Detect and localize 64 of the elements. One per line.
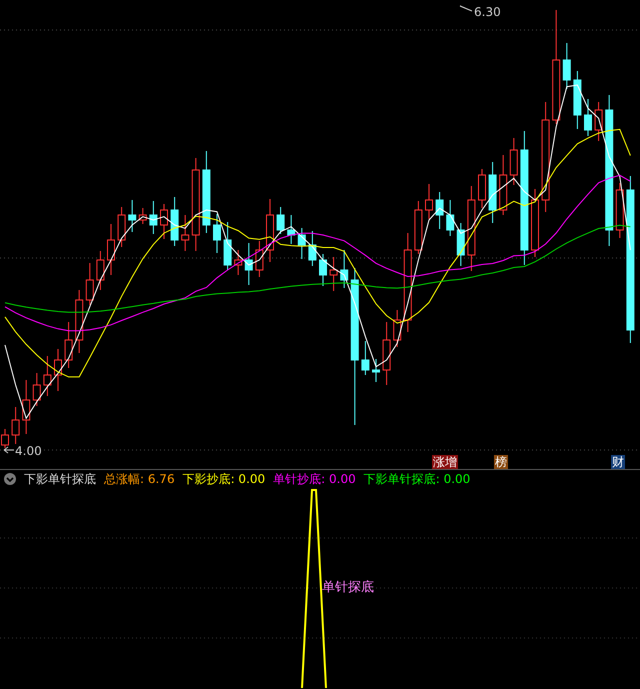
- candle: [425, 184, 433, 220]
- event-tag[interactable]: 榜: [494, 455, 508, 469]
- candle: [616, 182, 624, 238]
- candle: [584, 98, 592, 136]
- pointer-icon: [4, 446, 14, 454]
- candle: [488, 162, 497, 224]
- candle: [213, 214, 221, 254]
- candle: [255, 240, 264, 278]
- candle: [361, 340, 370, 376]
- candle: [64, 322, 73, 368]
- pointer-icon: [460, 6, 472, 12]
- candle: [276, 206, 285, 234]
- candle: [330, 256, 338, 292]
- candle: [138, 208, 147, 224]
- candle: [96, 250, 104, 290]
- high-price-label: 6.30: [474, 5, 501, 19]
- event-tag[interactable]: 涨增: [432, 455, 458, 469]
- low-price-label: 4.00: [15, 444, 42, 458]
- candle: [382, 322, 391, 386]
- candle: [43, 356, 52, 396]
- candle: [149, 200, 158, 234]
- candle: [54, 348, 62, 392]
- indicator-value: 总涨幅: 6.76: [104, 471, 175, 488]
- candle: [499, 154, 508, 216]
- candle: [160, 204, 168, 240]
- candle: [308, 230, 316, 266]
- collapse-icon[interactable]: [4, 473, 16, 485]
- candle: [75, 290, 84, 354]
- candle: [478, 168, 486, 208]
- candle: [436, 192, 444, 230]
- candle: [244, 242, 253, 286]
- event-tag[interactable]: 财: [611, 455, 625, 469]
- candle: [181, 214, 190, 252]
- candle: [319, 254, 327, 286]
- candle: [1, 428, 9, 448]
- candle: [531, 188, 539, 258]
- candle: [298, 228, 306, 260]
- candle: [562, 42, 571, 90]
- candle: [393, 310, 402, 348]
- signal-label: 单针探底: [322, 580, 374, 595]
- candle: [573, 70, 582, 130]
- indicator-value: 下影单针探底: 0.00: [364, 471, 470, 488]
- candle: [128, 200, 136, 232]
- candle: [32, 372, 41, 406]
- indicator-value: 下影抄底: 0.00: [182, 471, 266, 488]
- candle: [510, 138, 518, 186]
- candle: [170, 196, 179, 246]
- candle: [12, 406, 20, 444]
- candle: [340, 250, 348, 288]
- candle: [372, 358, 380, 382]
- indicator-value: 单针抄底: 0.00: [273, 471, 356, 488]
- candle: [224, 222, 232, 270]
- candle: [594, 102, 603, 142]
- candle: [86, 262, 94, 306]
- candle: [414, 200, 422, 254]
- candle: [22, 380, 30, 434]
- candle: [118, 206, 126, 248]
- candle: [107, 224, 115, 276]
- candle: [234, 250, 242, 276]
- candle: [446, 200, 454, 236]
- candle: [456, 222, 465, 266]
- candle: [287, 214, 296, 244]
- indicator-name: 下影单针探底: [24, 471, 96, 488]
- candle: [266, 198, 274, 262]
